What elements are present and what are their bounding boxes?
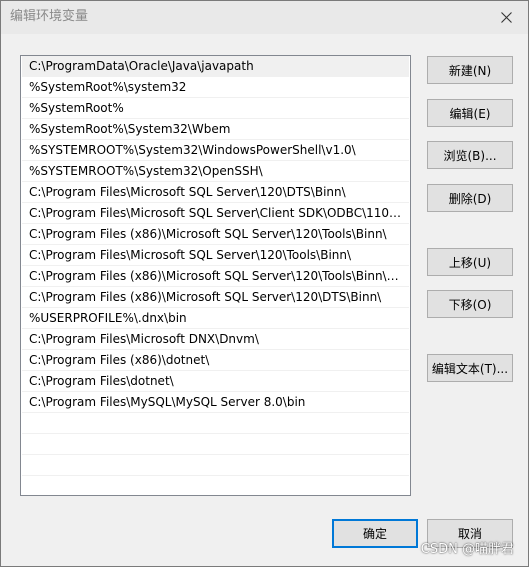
empty-list-row[interactable]: [22, 476, 409, 495]
path-list-item[interactable]: C:\Program Files\MySQL\MySQL Server 8.0\…: [22, 392, 409, 413]
path-list-item[interactable]: %SYSTEMROOT%\System32\OpenSSH\: [22, 161, 409, 182]
path-list-item[interactable]: %SystemRoot%: [22, 98, 409, 119]
edit-env-variable-dialog: 编辑环境变量 C:\ProgramData\Oracle\Java\javapa…: [0, 0, 529, 567]
path-list-item[interactable]: C:\Program Files (x86)\Microsoft SQL Ser…: [22, 287, 409, 308]
path-list-item[interactable]: C:\Program Files\Microsoft SQL Server\12…: [22, 245, 409, 266]
watermark: CSDN @喵胖君: [420, 542, 514, 557]
path-list-item[interactable]: C:\Program Files\Microsoft SQL Server\12…: [22, 182, 409, 203]
edit-text-button[interactable]: 编辑文本(T)...: [427, 354, 513, 382]
path-list-item[interactable]: C:\Program Files\Microsoft SQL Server\Cl…: [22, 203, 409, 224]
move-up-button[interactable]: 上移(U): [427, 248, 513, 276]
path-list-item[interactable]: C:\Program Files (x86)\dotnet\: [22, 350, 409, 371]
move-down-button[interactable]: 下移(O): [427, 290, 513, 318]
empty-list-row[interactable]: [22, 413, 409, 434]
browse-button[interactable]: 浏览(B)...: [427, 141, 513, 169]
new-button[interactable]: 新建(N): [427, 56, 513, 84]
delete-button[interactable]: 删除(D): [427, 184, 513, 212]
window-title: 编辑环境变量: [10, 9, 89, 24]
path-list-item[interactable]: C:\Program Files\dotnet\: [22, 371, 409, 392]
path-list-item[interactable]: %SystemRoot%\system32: [22, 77, 409, 98]
path-list-item[interactable]: %SYSTEMROOT%\System32\WindowsPowerShell\…: [22, 140, 409, 161]
title-bar[interactable]: 编辑环境变量: [1, 1, 528, 34]
path-list-item[interactable]: C:\Program Files (x86)\Microsoft SQL Ser…: [22, 266, 409, 287]
path-list[interactable]: C:\ProgramData\Oracle\Java\javapath %Syst…: [20, 55, 411, 496]
path-list-item[interactable]: %SystemRoot%\System32\Wbem: [22, 119, 409, 140]
close-button[interactable]: [484, 1, 528, 34]
path-list-item[interactable]: C:\ProgramData\Oracle\Java\javapath: [22, 56, 409, 77]
ok-button[interactable]: 确定: [332, 519, 418, 548]
edit-button[interactable]: 编辑(E): [427, 99, 513, 127]
path-list-item[interactable]: %USERPROFILE%\.dnx\bin: [22, 308, 409, 329]
close-icon: [500, 12, 512, 23]
path-list-item[interactable]: C:\Program Files\Microsoft DNX\Dnvm\: [22, 329, 409, 350]
empty-list-row[interactable]: [22, 455, 409, 476]
path-list-item[interactable]: C:\Program Files (x86)\Microsoft SQL Ser…: [22, 224, 409, 245]
empty-list-row[interactable]: [22, 434, 409, 455]
